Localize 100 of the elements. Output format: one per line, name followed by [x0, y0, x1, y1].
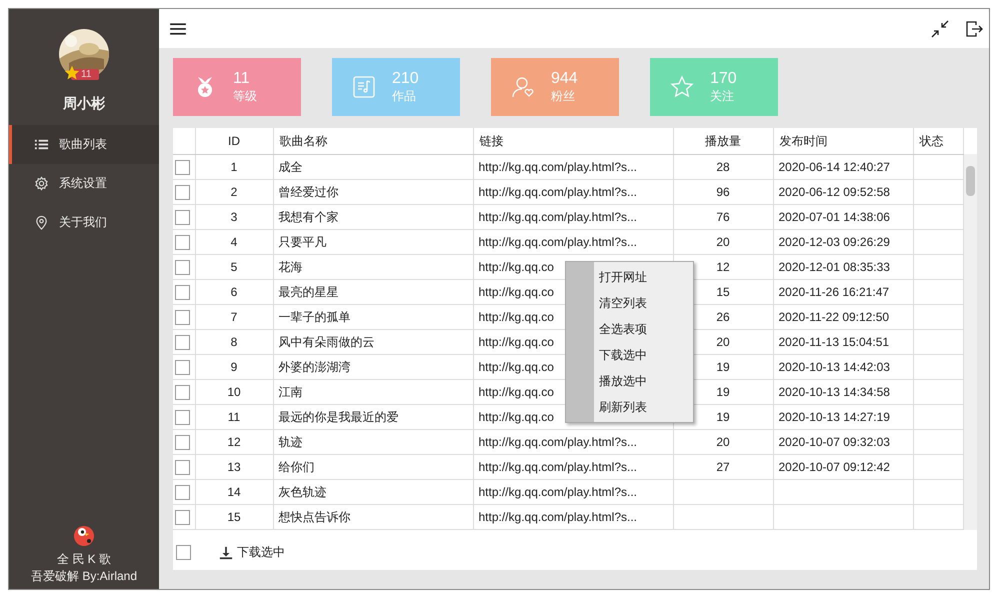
- table-cell: 19: [716, 410, 730, 424]
- column-header[interactable]: 状态: [913, 128, 963, 154]
- column-header[interactable]: 歌曲名称: [273, 128, 473, 154]
- download-icon: [219, 546, 233, 560]
- menu-item[interactable]: 播放选中: [594, 368, 647, 394]
- menu-item[interactable]: 下载选中: [594, 342, 647, 368]
- row-checkbox[interactable]: [175, 410, 190, 425]
- location-pin-icon: [34, 215, 49, 230]
- column-header[interactable]: 链接: [473, 128, 673, 154]
- table-cell: http://kg.qq.com/play.html?s...: [478, 485, 638, 499]
- list-icon: [34, 137, 49, 152]
- table-cell: 7: [230, 310, 238, 324]
- user-heart-icon: [511, 75, 535, 99]
- table-cell: http://kg.qq.com/play.html?s...: [478, 435, 638, 449]
- sidebar-item[interactable]: 系统设置: [9, 164, 159, 203]
- stat-value: 944: [551, 70, 578, 88]
- table-cell: 风中有朵雨做的云: [278, 334, 374, 348]
- row-checkbox[interactable]: [175, 460, 190, 475]
- menu-item[interactable]: 清空列表: [594, 290, 647, 316]
- table-cell: 外婆的澎湖湾: [278, 360, 350, 374]
- row-checkbox[interactable]: [175, 310, 190, 325]
- row-checkbox[interactable]: [175, 384, 190, 400]
- table-cell: 2020-06-14 12:40:27: [778, 160, 890, 174]
- table-cell: 20: [716, 335, 730, 349]
- table-cell: 27: [716, 460, 730, 474]
- table-cell: 12: [227, 435, 241, 449]
- table-cell: 最远的你是我最近的爱: [278, 410, 398, 424]
- table-cell: 6: [230, 285, 238, 299]
- table-cell: 15: [227, 510, 241, 524]
- table-cell: 2: [230, 185, 238, 199]
- table-cell: 只要平凡: [278, 234, 326, 248]
- table-cell: 2020-10-13 14:27:19: [778, 410, 890, 424]
- row-checkbox[interactable]: [175, 260, 190, 275]
- select-all-checkbox[interactable]: [176, 545, 191, 560]
- table-cell: 5: [230, 260, 238, 274]
- table-cell: 26: [716, 310, 730, 324]
- table-cell: 2020-11-26 16:21:47: [778, 285, 890, 299]
- sidebar-item[interactable]: 歌曲列表: [9, 125, 159, 164]
- table-cell: 19: [716, 360, 730, 374]
- menu-item[interactable]: 刷新列表: [594, 394, 647, 420]
- table-cell: 2020-10-13 14:42:03: [778, 360, 890, 374]
- row-checkbox[interactable]: [175, 234, 190, 250]
- menu-item[interactable]: 全选表项: [594, 316, 647, 342]
- table-cell: 4: [230, 235, 238, 249]
- table-cell: 13: [227, 460, 241, 474]
- row-checkbox[interactable]: [175, 160, 190, 175]
- table-cell: 76: [716, 210, 730, 224]
- table-cell: 2020-10-13 14:34:58: [778, 385, 890, 399]
- table-cell: 我想有个家: [278, 210, 338, 224]
- row-checkbox[interactable]: [175, 434, 190, 450]
- column-header[interactable]: ID: [195, 128, 273, 154]
- table-cell: 曾经爱过你: [278, 184, 338, 198]
- table-cell: http://kg.qq.com/play.html?s...: [478, 160, 638, 174]
- stat-label: 作品: [392, 88, 417, 104]
- user-name: 周小彬: [62, 95, 106, 113]
- stat-value: 210: [392, 70, 419, 88]
- table-cell: 11: [228, 410, 240, 424]
- row-checkbox[interactable]: [175, 284, 190, 300]
- table-cell: http://kg.qq.co: [478, 310, 554, 324]
- table-cell: http://kg.qq.com/play.html?s...: [478, 460, 638, 474]
- table-cell: 最亮的星星: [278, 284, 338, 298]
- stat-value: 170: [710, 70, 737, 88]
- app-name: 全 民 K 歌: [56, 551, 112, 568]
- table-cell: 2020-10-07 09:12:42: [778, 460, 890, 474]
- row-checkbox[interactable]: [175, 484, 190, 500]
- table-cell: 一辈子的孤单: [278, 310, 350, 324]
- stat-label: 等级: [233, 88, 257, 104]
- table-cell: http://kg.qq.co: [478, 410, 554, 424]
- row-checkbox[interactable]: [175, 184, 190, 200]
- bird-logo-icon: [72, 523, 96, 547]
- table-cell: 28: [716, 160, 730, 174]
- row-checkbox[interactable]: [175, 510, 190, 525]
- settings-icon: [34, 176, 49, 191]
- menu-item[interactable]: 打开网址: [594, 264, 647, 290]
- table-cell: 2020-11-22 09:12:50: [778, 310, 890, 324]
- column-header[interactable]: 发布时间: [773, 128, 913, 154]
- download-button[interactable]: 下载选中: [215, 542, 289, 563]
- row-checkbox[interactable]: [175, 360, 190, 375]
- row-checkbox[interactable]: [175, 210, 190, 225]
- stat-value: 11: [233, 70, 251, 88]
- table-cell: 3: [230, 210, 238, 224]
- table-cell: http://kg.qq.co: [478, 285, 554, 299]
- column-header[interactable]: 播放量: [673, 128, 773, 154]
- sidebar-item[interactable]: 关于我们: [9, 203, 159, 242]
- table-cell: 2020-10-07 09:32:03: [778, 435, 890, 449]
- credit-text: 吾爱破解 By:Airland: [30, 568, 138, 585]
- table-cell: 20: [716, 435, 730, 449]
- collapse-icon[interactable]: [931, 20, 949, 38]
- table-cell: 2020-11-13 15:04:51: [778, 335, 890, 349]
- scrollbar[interactable]: [964, 154, 977, 530]
- star-icon: [670, 75, 694, 99]
- table-cell: http://kg.qq.com/play.html?s...: [478, 185, 638, 199]
- table-cell: 2020-07-01 14:38:06: [778, 210, 890, 224]
- table-cell: 江南: [278, 384, 302, 398]
- table-cell: 想快点告诉你: [278, 510, 350, 524]
- table-cell: 花海: [278, 260, 302, 274]
- row-checkbox[interactable]: [175, 334, 190, 350]
- table-cell: http://kg.qq.com/play.html?s...: [478, 235, 638, 249]
- logout-icon[interactable]: [965, 20, 983, 38]
- table-cell: 14: [227, 485, 241, 499]
